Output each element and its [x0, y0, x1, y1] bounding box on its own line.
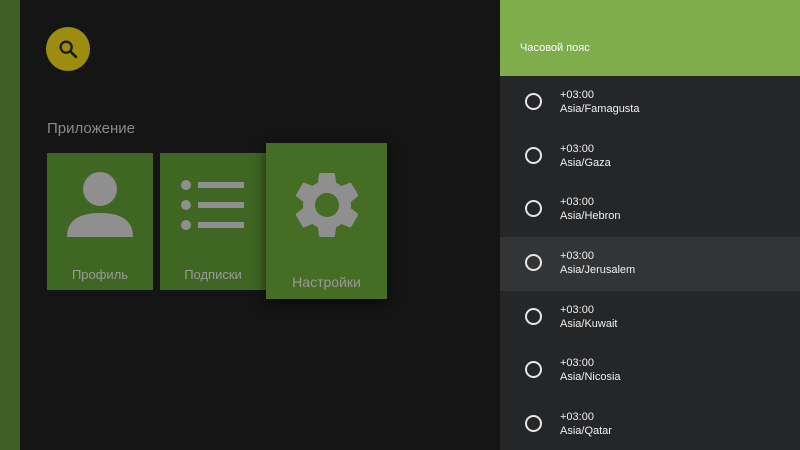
radio-button[interactable] [525, 415, 542, 433]
tile-settings[interactable]: Настройки [266, 143, 387, 299]
timezone-offset: +03:00 [560, 357, 594, 370]
tile-profile[interactable]: Профиль [47, 153, 153, 290]
radio-button[interactable] [525, 93, 542, 110]
search-button[interactable] [46, 27, 90, 71]
panel-header: Часовой пояс [500, 0, 800, 76]
timezone-name: Asia/Qatar [560, 425, 612, 438]
tile-subscriptions[interactable]: Подписки [160, 153, 266, 290]
section-title: Приложение [47, 120, 135, 137]
radio-button[interactable] [525, 254, 542, 272]
timezone-name: Asia/Nicosia [560, 371, 621, 384]
gear-icon [295, 173, 358, 237]
radio-button[interactable] [525, 307, 542, 325]
timezone-name: Asia/Gaza [560, 156, 611, 169]
timezone-name: Asia/Kuwait [560, 317, 618, 330]
timezone-panel: Часовой пояс +03:00 Asia/Famagusta +03:0… [500, 0, 800, 450]
search-icon [59, 40, 78, 59]
timezone-offset: +03:00 [560, 250, 594, 263]
tile-subscriptions-label: Подписки [184, 267, 242, 282]
timezone-offset: +03:00 [560, 89, 594, 101]
timezone-offset: +03:00 [560, 303, 594, 316]
main-area: Приложение Профиль Подписки Настройки [20, 0, 500, 450]
timezone-name: Asia/Famagusta [560, 103, 640, 115]
list-item[interactable]: +03:00 Asia/Hebron [500, 183, 800, 237]
timezone-offset: +03:00 [560, 411, 594, 424]
timezone-offset: +03:00 [560, 142, 594, 155]
list-item-focused[interactable]: +03:00 Asia/Jerusalem [500, 237, 800, 291]
list-item[interactable]: +03:00 Asia/Qatar [500, 398, 800, 450]
timezone-offset: +03:00 [560, 196, 594, 209]
panel-title: Часовой пояс [520, 42, 590, 54]
timezone-name: Asia/Jerusalem [560, 264, 636, 277]
list-item[interactable]: +03:00 Asia/Nicosia [500, 344, 800, 398]
list-item[interactable]: +03:00 Asia/Famagusta [500, 76, 800, 130]
left-edge-strip [0, 0, 20, 450]
person-icon [67, 172, 133, 237]
radio-button[interactable] [525, 361, 542, 379]
radio-button[interactable] [525, 146, 542, 164]
timezone-name: Asia/Hebron [560, 210, 621, 223]
list-icon [181, 180, 244, 230]
tile-settings-label: Настройки [292, 274, 361, 290]
list-item[interactable]: +03:00 Asia/Gaza [500, 130, 800, 184]
tv-settings-screen: Приложение Профиль Подписки Настройки Ча… [0, 0, 800, 450]
tile-profile-label: Профиль [71, 267, 129, 282]
list-item[interactable]: +03:00 Asia/Kuwait [500, 291, 800, 345]
timezone-list: +03:00 Asia/Famagusta +03:00 Asia/Gaza +… [500, 76, 800, 450]
radio-button[interactable] [525, 200, 542, 218]
